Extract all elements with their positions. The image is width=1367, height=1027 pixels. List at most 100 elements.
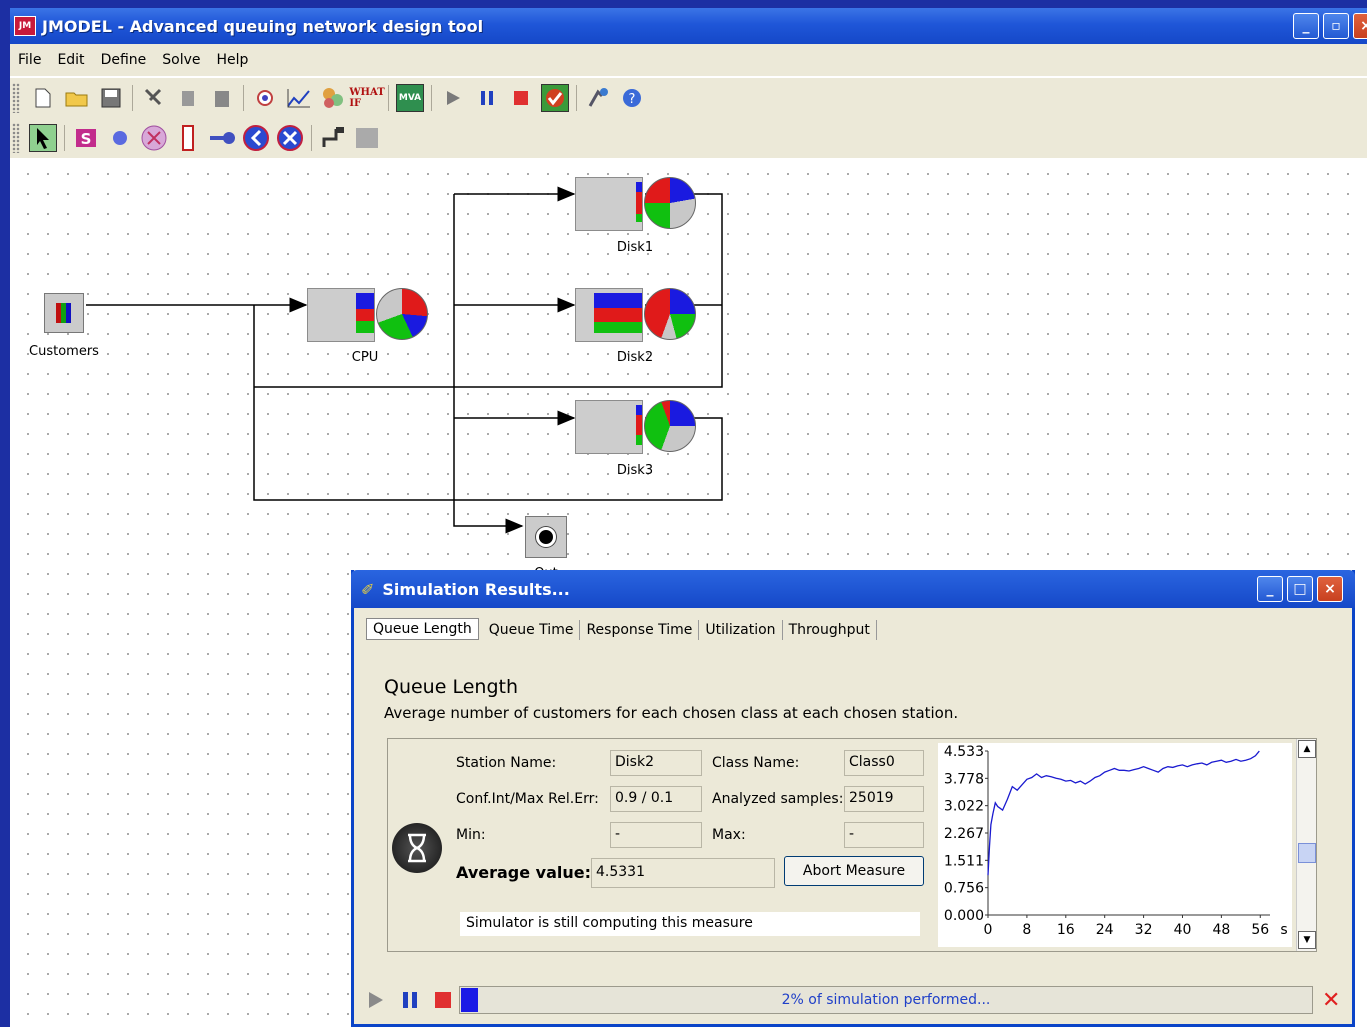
tab-utilization[interactable]: Utilization — [699, 620, 783, 640]
window-title: JMODEL - Advanced queuing network design… — [42, 16, 484, 36]
average-value-field: 4.5331 — [591, 858, 775, 888]
play-icon[interactable] — [439, 84, 467, 112]
toolbar-separator — [132, 85, 133, 111]
measure-status-text: Simulator is still computing this measur… — [460, 912, 920, 936]
tab-queue-length[interactable]: Queue Length — [366, 618, 479, 640]
y-tick-label: 4.533 — [944, 744, 984, 760]
y-tick-label: 0.756 — [944, 881, 984, 897]
paste-icon[interactable] — [208, 84, 236, 112]
station-name-field: Disk2 — [610, 750, 702, 776]
toolbar-separator — [64, 125, 65, 151]
pause-icon[interactable] — [473, 84, 501, 112]
jmodel-app-icon: JM — [14, 16, 36, 36]
grid-icon[interactable] — [353, 124, 381, 152]
menu-help[interactable]: Help — [217, 52, 249, 68]
scroll-down-button[interactable]: ▼ — [1298, 931, 1316, 949]
max-label: Max: — [712, 827, 746, 843]
dialog-minimize-button[interactable]: _ — [1257, 576, 1283, 602]
stop-icon[interactable] — [507, 84, 535, 112]
select-arrow-icon[interactable] — [29, 124, 57, 152]
play-icon[interactable] — [366, 990, 386, 1014]
menu-solve[interactable]: Solve — [162, 52, 200, 68]
average-value-label: Average value: — [456, 863, 592, 882]
cut-icon[interactable] — [140, 84, 168, 112]
class-icon[interactable] — [251, 84, 279, 112]
main-toolbar: WHAT IF MVA ? — [10, 78, 1367, 118]
connect-icon[interactable] — [319, 124, 347, 152]
tab-response-time[interactable]: Response Time — [580, 620, 700, 640]
close-button[interactable]: × — [1353, 13, 1367, 39]
svg-text:?: ? — [629, 92, 636, 107]
restore-button[interactable]: ▫ — [1323, 13, 1349, 39]
server-icon[interactable] — [106, 124, 134, 152]
pause-icon[interactable] — [400, 990, 420, 1014]
x-tick-label: 40 — [1174, 922, 1192, 938]
scroll-thumb[interactable] — [1298, 843, 1316, 863]
y-tick-label: 2.267 — [944, 826, 984, 842]
tab-queue-time[interactable]: Queue Time — [483, 620, 581, 640]
sink-icon[interactable] — [208, 124, 236, 152]
station-name-label: Station Name: — [456, 755, 557, 771]
conf-int-label: Conf.Int/Max Rel.Err: — [456, 791, 599, 807]
dialog-title: Simulation Results... — [382, 579, 570, 599]
out-sink-node[interactable] — [525, 516, 567, 558]
help-icon[interactable]: ? — [618, 84, 646, 112]
x-tick-label: 0 — [984, 922, 993, 938]
vertical-scrollbar[interactable]: ▲ ▼ — [1296, 739, 1316, 951]
svg-text:S: S — [81, 130, 92, 148]
new-file-icon[interactable] — [29, 84, 57, 112]
disk2-station-node[interactable] — [575, 288, 643, 342]
x-tick-label: 48 — [1212, 922, 1230, 938]
tab-throughput[interactable]: Throughput — [783, 620, 877, 640]
disk1-station-node[interactable] — [575, 177, 643, 231]
menu-file[interactable]: File — [18, 52, 41, 68]
cancel-simulation-icon[interactable]: ✕ — [1322, 988, 1340, 1013]
toolbar-grip[interactable] — [12, 83, 20, 113]
cpu-label: CPU — [351, 350, 379, 365]
parameters-icon[interactable] — [319, 84, 347, 112]
abort-measure-button[interactable]: Abort Measure — [784, 856, 924, 886]
cpu-utilization-pie — [376, 288, 428, 340]
results-icon[interactable] — [541, 84, 569, 112]
source-icon[interactable]: S — [72, 124, 100, 152]
title-bar[interactable]: JM JMODEL - Advanced queuing network des… — [10, 8, 1367, 44]
measures-icon[interactable] — [285, 84, 313, 112]
dialog-maximize-button[interactable]: □ — [1287, 576, 1313, 602]
x-unit-label: s — [1280, 922, 1287, 938]
save-icon[interactable] — [97, 84, 125, 112]
queue-length-series-line — [987, 750, 1260, 876]
router-icon[interactable] — [174, 124, 202, 152]
disk3-station-node[interactable] — [575, 400, 643, 454]
toolbar-grip[interactable] — [12, 123, 20, 153]
stop-icon[interactable] — [433, 990, 453, 1014]
queue-length-chart: 4.533 3.778 3.022 2.267 1.511 0.756 0.000 0 8 16 2… — [938, 743, 1292, 947]
max-field: - — [844, 822, 924, 848]
scroll-up-button[interactable]: ▲ — [1298, 740, 1316, 758]
toolbar-separator — [388, 85, 389, 111]
dialog-title-bar[interactable]: ✐ Simulation Results... _ □ × — [351, 570, 1355, 608]
minimize-button[interactable]: _ — [1293, 13, 1319, 39]
x-tick-label: 32 — [1135, 922, 1153, 938]
class-name-label: Class Name: — [712, 755, 800, 771]
disk3-utilization-pie — [644, 400, 696, 452]
conf-int-field: 0.9 / 0.1 — [610, 786, 702, 812]
toolbar-separator — [431, 85, 432, 111]
mva-icon[interactable]: MVA — [396, 84, 424, 112]
simulation-progress-bar: 2% of simulation performed... — [459, 986, 1313, 1014]
copy-icon[interactable] — [174, 84, 202, 112]
solve-options-icon[interactable] — [584, 84, 612, 112]
dialog-close-button[interactable]: × — [1317, 576, 1343, 602]
join-icon[interactable] — [276, 124, 304, 152]
customers-source-node[interactable] — [44, 293, 84, 333]
delay-icon[interactable] — [140, 124, 168, 152]
analyzed-samples-field: 25019 — [844, 786, 924, 812]
class-name-field: Class0 — [844, 750, 924, 776]
menu-define[interactable]: Define — [101, 52, 147, 68]
menu-edit[interactable]: Edit — [57, 52, 84, 68]
what-if-icon[interactable]: WHAT IF — [349, 84, 384, 112]
open-folder-icon[interactable] — [63, 84, 91, 112]
measure-tabs: Queue Length Queue Time Response Time Ut… — [366, 614, 877, 640]
fork-icon[interactable] — [242, 124, 270, 152]
measure-heading: Queue Length — [384, 676, 518, 698]
cpu-station-node[interactable] — [307, 288, 375, 342]
